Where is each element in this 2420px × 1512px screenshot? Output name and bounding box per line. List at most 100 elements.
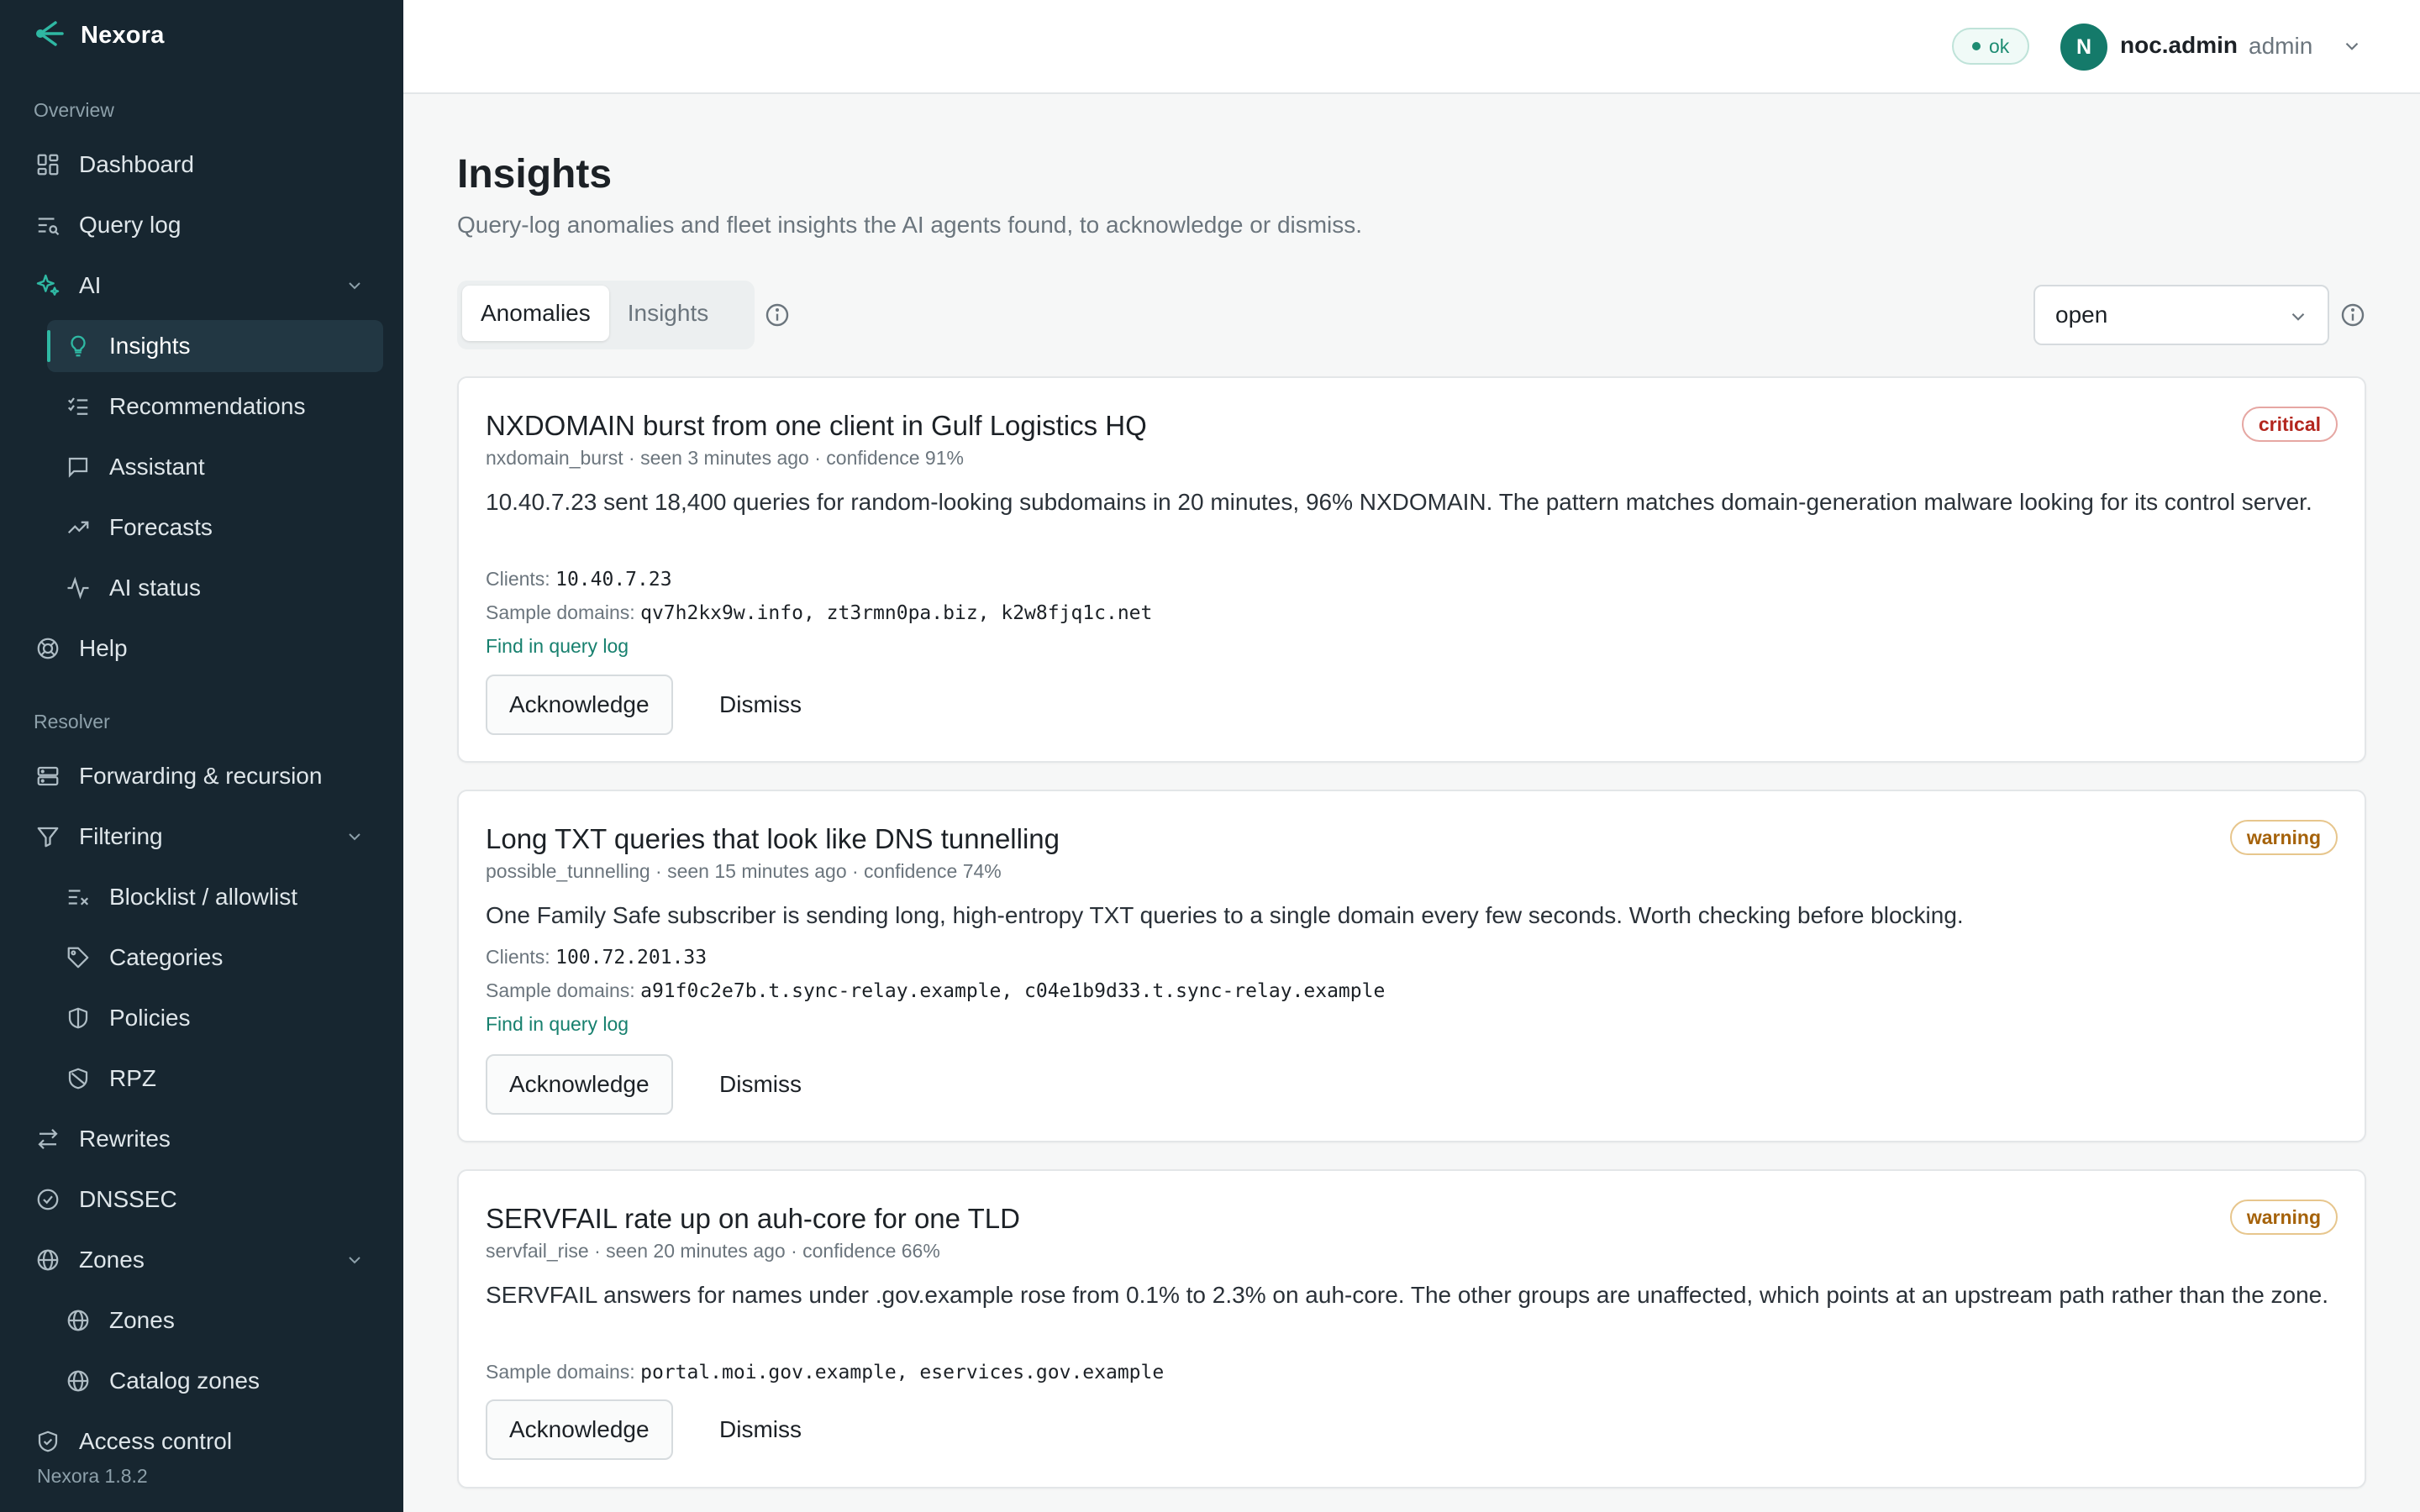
sidebar-item-label: Access control <box>79 1428 233 1454</box>
sidebar-item-filtering[interactable]: Filtering <box>34 811 383 863</box>
anomaly-sample-domains: Sample domains: a91f0c2e7b.t.sync-relay.… <box>486 979 1386 1002</box>
page-subtitle: Query-log anomalies and fleet insights t… <box>457 212 1363 238</box>
sidebar-item-label: Catalog zones <box>109 1368 260 1394</box>
tab-anomalies[interactable]: Anomalies <box>462 286 609 341</box>
sidebar-item-rpz[interactable]: RPZ <box>47 1053 383 1105</box>
info-icon[interactable] <box>764 302 791 328</box>
globe-icon <box>64 1306 92 1335</box>
tab-group: Anomalies Insights <box>457 281 755 349</box>
activity-icon <box>64 574 92 602</box>
severity-badge: warning <box>2229 1200 2338 1235</box>
anomaly-meta: servfail_rise · seen 20 minutes ago · co… <box>486 1240 940 1262</box>
status-filter-select[interactable]: open <box>2033 285 2329 345</box>
sidebar-item-help[interactable]: Help <box>34 622 383 675</box>
sidebar-item-catalog-zones[interactable]: Catalog zones <box>47 1355 383 1407</box>
globe-icon <box>64 1367 92 1395</box>
status-text: ok <box>1989 34 2010 57</box>
dismiss-button[interactable]: Dismiss <box>713 675 808 735</box>
sidebar-item-ai[interactable]: AI <box>34 260 383 312</box>
sidebar: Nexora Overview Dashboard Query log AI I… <box>0 0 403 1512</box>
trending-up-icon <box>64 513 92 542</box>
lifebuoy-icon <box>34 634 62 663</box>
sample-domains-value: qv7h2kx9w.info, zt3rmn0pa.biz, k2w8fjq1c… <box>640 602 1153 624</box>
chevron-down-icon <box>349 833 360 841</box>
chevron-down-icon <box>2291 312 2305 321</box>
sidebar-item-insights[interactable]: Insights <box>47 320 383 372</box>
sidebar-item-ai-status[interactable]: AI status <box>47 562 383 614</box>
filter-icon <box>34 822 62 851</box>
checklist-icon <box>64 392 92 421</box>
sidebar-item-label: AI <box>79 272 102 298</box>
sidebar-item-label: Recommendations <box>109 393 306 419</box>
list-x-icon <box>64 883 92 911</box>
acknowledge-button[interactable]: Acknowledge <box>486 675 673 735</box>
sidebar-item-label: Insights <box>109 333 191 359</box>
anomaly-sample-domains: Sample domains: portal.moi.gov.example, … <box>486 1361 1165 1383</box>
acknowledge-button[interactable]: Acknowledge <box>486 1054 673 1115</box>
sidebar-item-label: AI status <box>109 575 201 601</box>
sidebar-item-query-log[interactable]: Query log <box>34 199 383 251</box>
sidebar-item-zones-list[interactable]: Zones <box>47 1294 383 1347</box>
app-version: Nexora 1.8.2 <box>37 1465 148 1487</box>
top-bar: ok N noc.admin admin <box>403 0 2420 94</box>
anomaly-title: NXDOMAIN burst from one client in Gulf L… <box>486 410 1147 441</box>
dashboard-icon <box>34 150 62 179</box>
status-dot-icon <box>1972 42 1981 50</box>
user-name[interactable]: noc.admin <box>2120 32 2238 59</box>
sidebar-item-rewrites[interactable]: Rewrites <box>34 1113 383 1165</box>
sidebar-item-label: Filtering <box>79 823 163 849</box>
sidebar-item-label: RPZ <box>109 1065 156 1091</box>
find-in-query-log-link[interactable]: Find in query log <box>486 1013 629 1036</box>
sidebar-item-label: Zones <box>79 1247 145 1273</box>
sidebar-item-label: Zones <box>109 1307 175 1333</box>
chat-icon <box>64 453 92 481</box>
sample-domains-value: a91f0c2e7b.t.sync-relay.example, c04e1b9… <box>640 980 1386 1002</box>
clients-value: 10.40.7.23 <box>555 569 672 591</box>
chevron-down-icon[interactable] <box>2341 35 2363 57</box>
anomaly-description: 10.40.7.23 sent 18,400 queries for rando… <box>486 489 2312 515</box>
sidebar-item-label: Forecasts <box>109 514 213 540</box>
dismiss-button[interactable]: Dismiss <box>713 1054 808 1115</box>
acknowledge-button[interactable]: Acknowledge <box>486 1399 673 1460</box>
anomaly-card: Long TXT queries that look like DNS tunn… <box>457 790 2366 1142</box>
sidebar-item-blocklist[interactable]: Blocklist / allowlist <box>47 871 383 923</box>
sample-domains-value: portal.moi.gov.example, eservices.gov.ex… <box>640 1362 1165 1383</box>
sidebar-item-dnssec[interactable]: DNSSEC <box>34 1173 383 1226</box>
sidebar-item-label: DNSSEC <box>79 1186 177 1212</box>
info-icon[interactable] <box>2339 302 2366 328</box>
sidebar-item-label: Policies <box>109 1005 191 1031</box>
sidebar-item-label: Query log <box>79 212 182 238</box>
sidebar-item-categories[interactable]: Categories <box>47 932 383 984</box>
tag-icon <box>64 943 92 972</box>
sidebar-item-zones[interactable]: Zones <box>34 1234 383 1286</box>
dismiss-button[interactable]: Dismiss <box>713 1399 808 1460</box>
sidebar-item-forwarding[interactable]: Forwarding & recursion <box>34 750 383 802</box>
sidebar-item-dashboard[interactable]: Dashboard <box>34 139 383 191</box>
find-in-query-log-link[interactable]: Find in query log <box>486 635 629 658</box>
status-badge: ok <box>1952 28 2030 65</box>
sidebar-item-recommendations[interactable]: Recommendations <box>47 381 383 433</box>
sidebar-item-access-control[interactable]: Access control <box>34 1415 383 1467</box>
sidebar-item-label: Forwarding & recursion <box>79 763 323 789</box>
sidebar-item-label: Dashboard <box>79 151 194 177</box>
shield-half-icon <box>64 1004 92 1032</box>
globe-icon <box>34 1246 62 1274</box>
tab-insights[interactable]: Insights <box>609 286 728 341</box>
sidebar-item-label: Rewrites <box>79 1126 171 1152</box>
anomaly-meta: nxdomain_burst · seen 3 minutes ago · co… <box>486 447 964 469</box>
severity-badge: critical <box>2241 407 2338 442</box>
sidebar-item-assistant[interactable]: Assistant <box>47 441 383 493</box>
sparkles-icon <box>34 271 62 300</box>
arrows-swap-icon <box>34 1125 62 1153</box>
severity-badge: warning <box>2229 820 2338 855</box>
shield-check-icon <box>34 1427 62 1456</box>
anomaly-title: Long TXT queries that look like DNS tunn… <box>486 823 1060 854</box>
sidebar-item-policies[interactable]: Policies <box>47 992 383 1044</box>
anomaly-card: SERVFAIL rate up on auh-core for one TLD… <box>457 1169 2366 1488</box>
brand[interactable]: Nexora <box>34 18 165 52</box>
sidebar-item-forecasts[interactable]: Forecasts <box>47 501 383 554</box>
avatar[interactable]: N <box>2060 24 2107 71</box>
shield-off-icon <box>64 1064 92 1093</box>
user-role[interactable]: admin <box>2249 33 2312 60</box>
page-title: Insights <box>457 152 613 197</box>
